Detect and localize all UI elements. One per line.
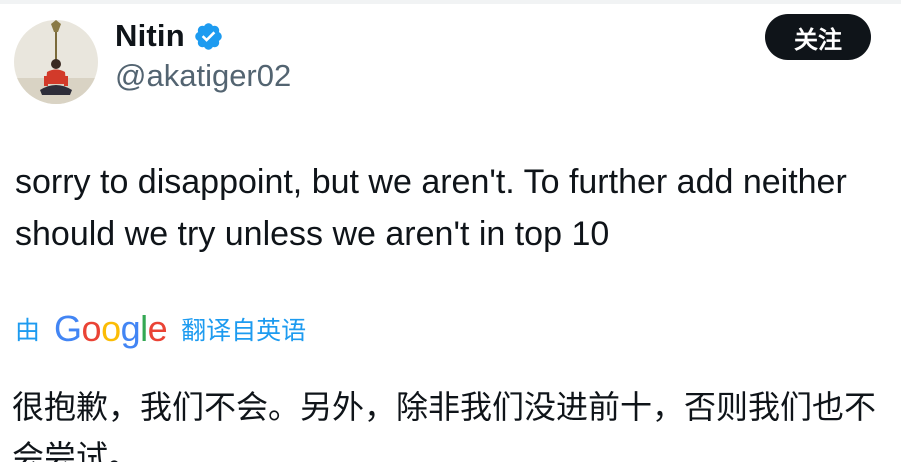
google-logo-letter: e <box>147 308 168 349</box>
tweet-text: sorry to disappoint, but we aren't. To f… <box>15 163 847 253</box>
tweet-card: Nitin @akatiger02 关注 sorry to disappoint… <box>0 0 901 462</box>
google-logo-letter: G <box>54 308 82 349</box>
translation-attribution[interactable]: 由 Google 翻译自英语 <box>15 308 306 350</box>
google-logo-letter: g <box>120 308 141 349</box>
google-logo-letter: l <box>140 308 148 349</box>
google-logo: Google <box>54 308 168 349</box>
google-logo-letter: o <box>81 308 102 349</box>
author-display-name[interactable]: Nitin <box>115 18 185 54</box>
avatar-image <box>14 20 98 104</box>
translated-tweet-text: 很抱歉，我们不会。另外，除非我们没进前十，否则我们也不会尝试。 <box>12 388 877 462</box>
google-logo-letter: o <box>101 308 121 349</box>
top-divider <box>0 0 901 4</box>
translated-by-label: 由 <box>15 316 41 345</box>
author-name-row: Nitin <box>115 14 224 58</box>
avatar[interactable] <box>14 20 98 104</box>
follow-button[interactable]: 关注 <box>765 14 871 60</box>
translated-from-label: 翻译自英语 <box>181 316 307 345</box>
verified-badge-icon <box>193 21 224 52</box>
author-handle[interactable]: @akatiger02 <box>115 58 291 94</box>
